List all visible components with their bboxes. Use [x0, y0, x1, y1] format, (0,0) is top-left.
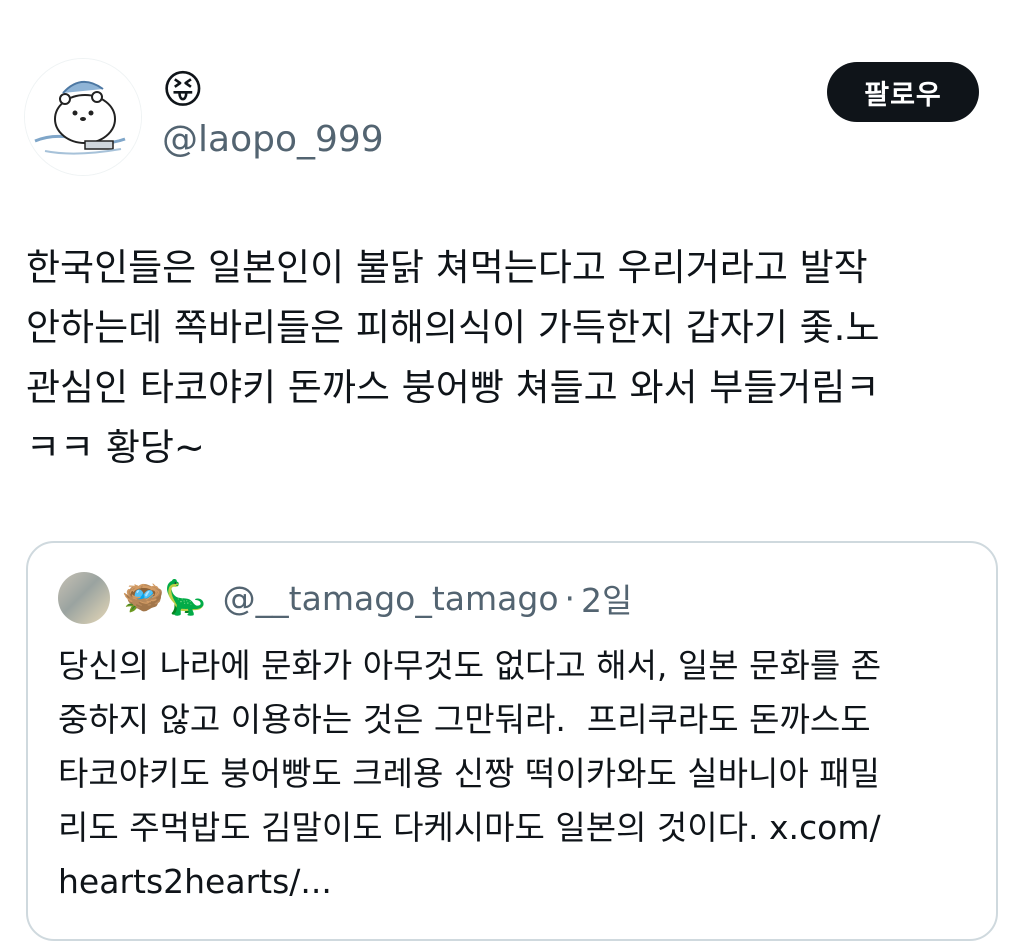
- quoted-tweet-text: 당신의 나라에 문화가 아무것도 없다고 해서, 일본 문화를 존 중하지 않고…: [58, 646, 882, 901]
- tweet-text: 한국인들은 일본인이 불닭 쳐먹는다고 우리거라고 발작 안하는데 쪽바리들은 …: [26, 246, 880, 469]
- polar-bear-avatar-icon: [25, 59, 141, 175]
- quoted-author-avatar[interactable]: [58, 572, 110, 624]
- follow-button[interactable]: 팔로우: [827, 62, 979, 122]
- quoted-tweet-header: 🪺🦕 @__tamago_tamago · 2일: [58, 571, 632, 625]
- author-avatar[interactable]: [24, 58, 142, 176]
- quoted-tweet-card[interactable]: 🪺🦕 @__tamago_tamago · 2일 당신의 나라에 문화가 아무것…: [26, 541, 998, 941]
- quoted-author-display-name[interactable]: 🪺🦕: [122, 578, 207, 618]
- author-handle[interactable]: @laopo_999: [162, 118, 384, 162]
- quoted-author-handle[interactable]: @__tamago_tamago: [223, 579, 559, 618]
- author-display-name[interactable]: 😝: [162, 66, 204, 114]
- quoted-tweet-timestamp[interactable]: 2일: [581, 574, 632, 622]
- separator-dot: ·: [564, 578, 576, 618]
